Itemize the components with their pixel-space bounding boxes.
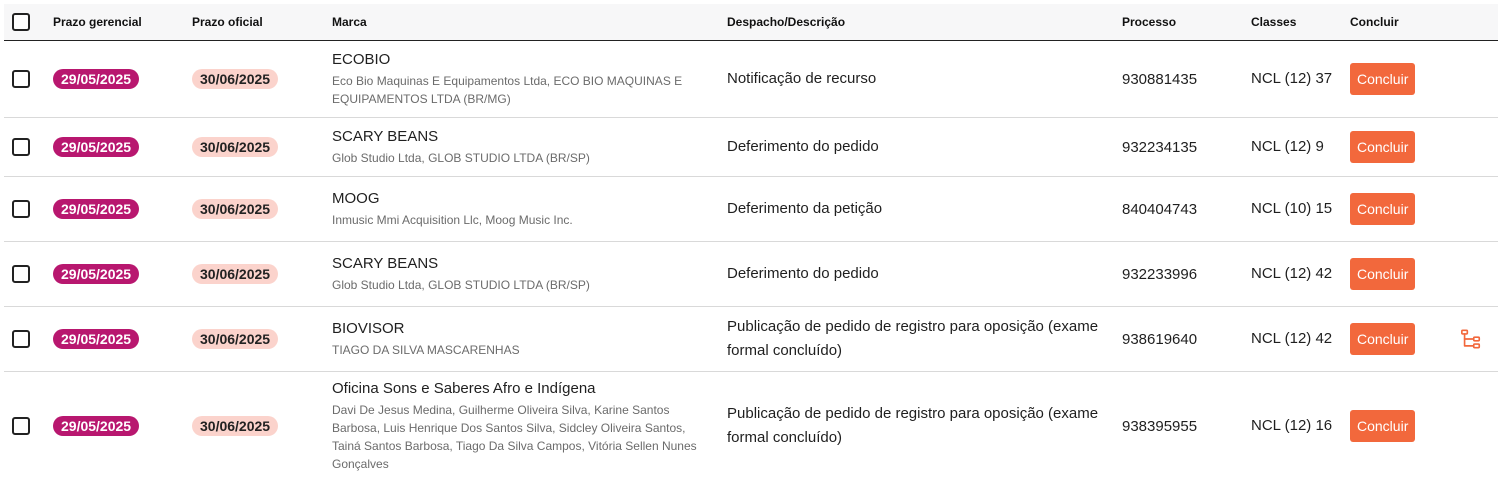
header-prazo-gerencial[interactable]: Prazo gerencial: [53, 4, 142, 40]
select-all-checkbox[interactable]: [12, 13, 30, 31]
processo-number: 930881435: [1122, 70, 1198, 88]
row-checkbox-cell: [12, 118, 34, 176]
row-checkbox[interactable]: [12, 330, 30, 348]
marca-cell: SCARY BEANS Glob Studio Ltda, GLOB STUDI…: [332, 254, 590, 294]
prazo-gerencial-badge: 29/05/2025: [53, 264, 140, 284]
despacho-text: Publicação de pedido de registro para op…: [727, 405, 1099, 446]
marca-name: SCARY BEANS: [332, 255, 439, 272]
concluir-button[interactable]: Concluir: [1350, 131, 1416, 163]
marca-cell: MOOG Inmusic Mmi Acquisition Llc, Moog M…: [332, 189, 573, 229]
despacho-text: Publicação de pedido de registro para op…: [727, 318, 1099, 359]
despacho-text: Notificação de recurso: [727, 70, 877, 87]
marca-name: SCARY BEANS: [332, 128, 439, 145]
marca-name: Oficina Sons e Saberes Afro e Indígena: [332, 380, 596, 397]
despacho-text: Deferimento do pedido: [727, 138, 879, 155]
prazo-gerencial-badge: 29/05/2025: [53, 329, 140, 349]
table-row: 29/05/2025 30/06/2025 MOOG Inmusic Mmi A…: [4, 177, 1498, 242]
concluir-button[interactable]: Concluir: [1350, 63, 1416, 95]
prazo-oficial-badge: 30/06/2025: [192, 329, 279, 349]
row-checkbox[interactable]: [12, 138, 30, 156]
processo-number: 932234135: [1122, 138, 1198, 156]
prazo-oficial-badge: 30/06/2025: [192, 416, 279, 436]
prazo-gerencial-badge: 29/05/2025: [53, 137, 140, 157]
classes-text: NCL (12) 9: [1251, 138, 1324, 155]
prazo-gerencial-badge: 29/05/2025: [53, 69, 140, 89]
table-row: 29/05/2025 30/06/2025 ECOBIO Eco Bio Maq…: [4, 41, 1498, 118]
marca-name: BIOVISOR: [332, 320, 405, 337]
row-checkbox[interactable]: [12, 70, 30, 88]
prazo-oficial-badge: 30/06/2025: [192, 264, 279, 284]
marca-owner: TIAGO DA SILVA MASCARENHAS: [332, 343, 520, 357]
row-checkbox-cell: [12, 242, 34, 306]
marca-cell: ECOBIO Eco Bio Maquinas E Equipamentos L…: [332, 50, 702, 108]
table-row: 29/05/2025 30/06/2025 SCARY BEANS Glob S…: [4, 118, 1498, 177]
table-row: 29/05/2025 30/06/2025 Oficina Sons e Sab…: [4, 372, 1498, 480]
concluir-button[interactable]: Concluir: [1350, 410, 1416, 442]
row-checkbox[interactable]: [12, 200, 30, 218]
marca-owner: Eco Bio Maquinas E Equipamentos Ltda, EC…: [332, 74, 683, 106]
marca-owner: Glob Studio Ltda, GLOB STUDIO LTDA (BR/S…: [332, 151, 590, 165]
select-all-cell: [12, 4, 34, 40]
row-checkbox-cell: [12, 177, 34, 241]
classes-text: NCL (10) 15: [1251, 200, 1333, 217]
prazo-oficial-badge: 30/06/2025: [192, 137, 279, 157]
marca-owner: Inmusic Mmi Acquisition Llc, Moog Music …: [332, 213, 573, 227]
concluir-button[interactable]: Concluir: [1350, 323, 1416, 355]
marca-owner: Davi De Jesus Medina, Guilherme Oliveira…: [332, 403, 697, 471]
processo-number: 938619640: [1122, 330, 1198, 348]
prazo-oficial-badge: 30/06/2025: [192, 199, 279, 219]
classes-text: NCL (12) 16: [1251, 417, 1333, 434]
header-prazo-oficial[interactable]: Prazo oficial: [192, 4, 263, 40]
processes-table: Prazo gerencial Prazo oficial Marca Desp…: [4, 4, 1498, 480]
despacho-text: Deferimento do pedido: [727, 265, 879, 282]
processo-number: 840404743: [1122, 200, 1198, 218]
concluir-button[interactable]: Concluir: [1350, 193, 1416, 225]
row-checkbox-cell: [12, 41, 34, 117]
row-checkbox[interactable]: [12, 417, 30, 435]
tree-structure-icon[interactable]: [1460, 328, 1482, 350]
marca-name: ECOBIO: [332, 51, 391, 68]
header-concluir: Concluir: [1350, 15, 1399, 29]
table-header: Prazo gerencial Prazo oficial Marca Desp…: [4, 4, 1498, 41]
classes-text: NCL (12) 37: [1251, 70, 1333, 87]
header-classes[interactable]: Classes: [1251, 4, 1341, 40]
despacho-text: Deferimento da petição: [727, 200, 883, 217]
marca-name: MOOG: [332, 190, 380, 207]
table-row: 29/05/2025 30/06/2025 SCARY BEANS Glob S…: [4, 242, 1498, 307]
header-processo[interactable]: Processo: [1122, 4, 1176, 40]
row-checkbox-cell: [12, 372, 34, 480]
classes-text: NCL (12) 42: [1251, 330, 1333, 347]
prazo-gerencial-badge: 29/05/2025: [53, 199, 140, 219]
marca-cell: Oficina Sons e Saberes Afro e Indígena D…: [332, 379, 702, 473]
processo-number: 932233996: [1122, 265, 1198, 283]
classes-text: NCL (12) 42: [1251, 265, 1333, 282]
processo-number: 938395955: [1122, 417, 1198, 435]
marca-cell: BIOVISOR TIAGO DA SILVA MASCARENHAS: [332, 319, 520, 359]
marca-owner: Glob Studio Ltda, GLOB STUDIO LTDA (BR/S…: [332, 278, 590, 292]
table-row: 29/05/2025 30/06/2025 BIOVISOR TIAGO DA …: [4, 307, 1498, 372]
row-checkbox[interactable]: [12, 265, 30, 283]
prazo-oficial-badge: 30/06/2025: [192, 69, 279, 89]
concluir-button[interactable]: Concluir: [1350, 258, 1416, 290]
row-checkbox-cell: [12, 307, 34, 371]
marca-cell: SCARY BEANS Glob Studio Ltda, GLOB STUDI…: [332, 127, 590, 167]
prazo-gerencial-badge: 29/05/2025: [53, 416, 140, 436]
header-despacho[interactable]: Despacho/Descrição: [727, 4, 1107, 40]
header-marca[interactable]: Marca: [332, 4, 702, 40]
